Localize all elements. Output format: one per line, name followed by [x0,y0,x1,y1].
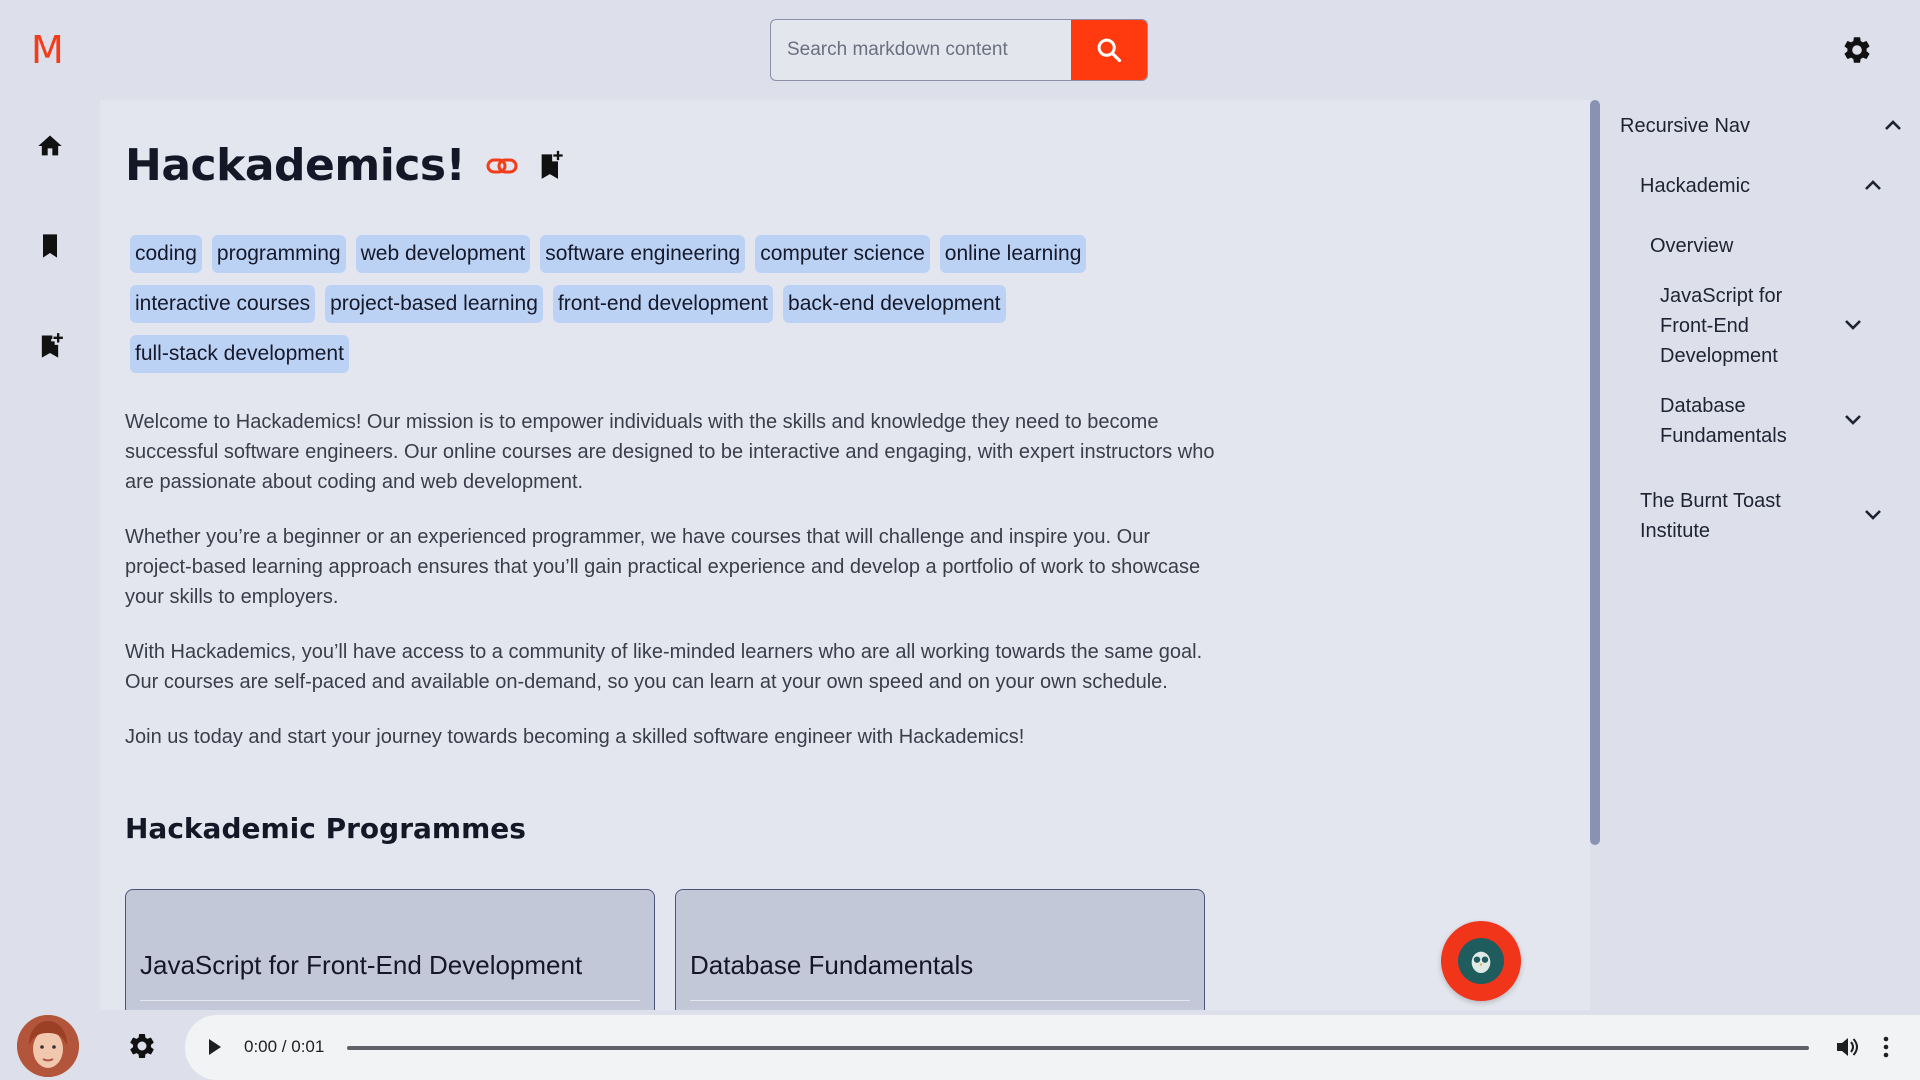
nav-group-hackademic[interactable]: Hackademic [1640,171,1750,201]
home-icon[interactable] [36,131,64,161]
chevron-down-icon[interactable] [1864,509,1882,521]
search-input[interactable] [771,20,1071,80]
paragraph: With Hackademics, you’ll have access to … [125,641,1203,693]
chevron-down-icon[interactable] [1844,319,1862,331]
paragraph: Welcome to Hackademics! Our mission is t… [125,411,1215,493]
tag[interactable]: coding [130,235,202,273]
chevron-down-icon[interactable] [1844,414,1862,426]
play-icon[interactable] [207,1037,223,1057]
section-title: Hackademic Programmes [125,812,526,845]
bookmark-add-icon[interactable] [36,331,64,361]
bookmark-icon[interactable] [36,231,64,261]
programme-card-database[interactable]: Database Fundamentals [675,889,1205,1010]
tag[interactable]: full-stack development [130,335,349,373]
main-scrollbar[interactable] [1590,100,1600,845]
tag[interactable]: back-end development [783,285,1006,323]
nav-label-line: Development [1660,345,1778,367]
card-title: Database Fundamentals [690,950,974,980]
nav-label-line: The Burnt Toast [1640,490,1781,512]
tag[interactable]: online learning [939,235,1087,273]
more-vert-icon[interactable] [1883,1035,1889,1059]
settings-gear-icon[interactable] [127,1031,157,1061]
chevron-up-icon[interactable] [1864,179,1882,191]
settings-gear-icon[interactable] [1841,34,1873,66]
user-avatar[interactable] [17,1015,79,1077]
nav-root[interactable]: Recursive Nav [1620,111,1750,141]
playback-time: 0:00 / 0:01 [244,1037,325,1056]
tag[interactable]: web development [355,235,531,273]
audio-player: 0:00 / 0:01 [185,1015,1920,1080]
nav-item-overview[interactable]: Overview [1650,231,1733,261]
link-icon[interactable] [485,151,519,181]
nav-label-line: Fundamentals [1660,425,1787,447]
page-title: Hackademics! [125,140,466,191]
playback-progress[interactable] [347,1046,1809,1050]
tag[interactable]: software engineering [540,235,746,273]
paragraph: Whether you’re a beginner or an experien… [125,526,1201,608]
owl-icon [1458,938,1504,984]
nav-item-database[interactable]: Database Fundamentals [1660,391,1787,451]
title-row: Hackademics! [125,140,565,191]
tag[interactable]: front-end development [552,285,774,323]
nav-item-burnt-toast[interactable]: The Burnt Toast Institute [1640,486,1781,546]
paragraph: Join us today and start your journey tow… [125,726,1025,748]
nav-label-line: Institute [1640,520,1711,542]
app-logo[interactable]: M [31,28,64,72]
bookmark-add-icon[interactable] [537,150,565,182]
volume-icon[interactable] [1835,1036,1859,1058]
card-divider [140,1000,640,1001]
tag-list: coding programming web development softw… [130,235,1100,373]
search-bar [770,19,1148,81]
search-button[interactable] [1071,20,1147,80]
tag[interactable]: programming [211,235,346,273]
card-title: JavaScript for Front-End Development [140,950,583,980]
programme-card-javascript[interactable]: JavaScript for Front-End Development [125,889,655,1010]
card-divider [690,1000,1190,1001]
tag[interactable]: project-based learning [325,285,543,323]
chevron-up-icon[interactable] [1884,119,1902,131]
intro-text: Welcome to Hackademics! Our mission is t… [125,407,1215,777]
nav-label-line: JavaScript for [1660,285,1783,307]
main-content: Hackademics! coding programming web deve… [100,100,1590,1010]
assistant-button[interactable] [1441,921,1521,1001]
search-icon [1097,38,1122,63]
tag[interactable]: computer science [755,235,930,273]
tag[interactable]: interactive courses [130,285,316,323]
nav-label-line: Database [1660,395,1746,417]
nav-item-javascript[interactable]: JavaScript for Front-End Development [1660,281,1782,371]
nav-label-line: Front-End [1660,315,1749,337]
